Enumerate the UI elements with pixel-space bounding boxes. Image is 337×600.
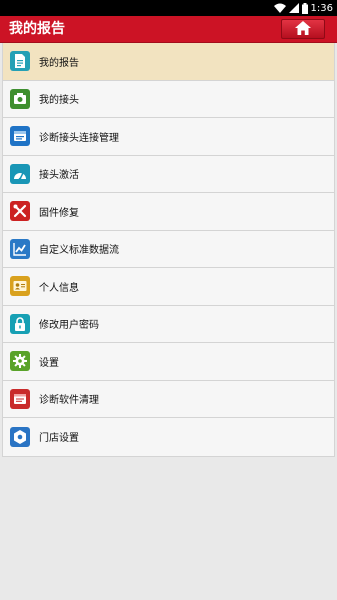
chart-icon	[10, 238, 30, 259]
wifi-icon	[273, 3, 286, 13]
menu-item-label: 门店设置	[39, 433, 79, 445]
menu-item-settings[interactable]: 设置	[3, 343, 334, 381]
menu-item-label: 我的接头	[39, 95, 79, 107]
home-button[interactable]	[281, 19, 325, 39]
menu-item-label: 诊断接头连接管理	[39, 132, 119, 144]
status-bar: 1:36	[0, 0, 337, 16]
menu-item-store-settings[interactable]: 门店设置	[3, 418, 334, 456]
tools-icon	[10, 201, 30, 222]
menu-item-custom-data-stream[interactable]: 自定义标准数据流	[3, 230, 334, 268]
menu-item-firmware-repair[interactable]: 固件修复	[3, 193, 334, 231]
store-settings-icon	[10, 426, 30, 447]
menu-item-my-connector[interactable]: 我的接头	[3, 80, 334, 118]
connector-icon	[10, 88, 30, 109]
signal-icon	[288, 3, 299, 13]
report-icon	[10, 51, 30, 72]
lock-icon	[10, 313, 30, 334]
menu-item-label: 固件修复	[39, 207, 79, 219]
battery-icon	[301, 2, 308, 14]
id-card-icon	[10, 276, 30, 297]
menu-item-label: 诊断软件清理	[39, 395, 99, 407]
menu-item-connection-management[interactable]: 诊断接头连接管理	[3, 118, 334, 156]
app-header: 我的报告	[0, 16, 337, 43]
activate-icon	[10, 163, 30, 184]
menu-item-label: 个人信息	[39, 282, 79, 294]
cleanup-icon	[10, 388, 30, 409]
menu-item-software-cleanup[interactable]: 诊断软件清理	[3, 380, 334, 418]
page-title: 我的报告	[9, 21, 65, 37]
menu-item-my-reports[interactable]: 我的报告	[3, 43, 334, 81]
menu-item-label: 自定义标准数据流	[39, 245, 119, 257]
menu-list: 我的报告 我的接头 诊断接头连接管理 接头激活 固件修复 自定义标准数据流 个人…	[2, 43, 335, 457]
gear-icon	[10, 351, 30, 372]
menu-item-label: 修改用户密码	[39, 320, 99, 332]
menu-item-personal-info[interactable]: 个人信息	[3, 268, 334, 306]
home-icon	[295, 20, 311, 39]
menu-item-label: 我的报告	[39, 57, 79, 69]
menu-item-connector-activation[interactable]: 接头激活	[3, 155, 334, 193]
menu-item-change-password[interactable]: 修改用户密码	[3, 305, 334, 343]
menu-item-label: 接头激活	[39, 170, 79, 182]
status-time: 1:36	[310, 2, 333, 14]
status-indicators: 1:36	[273, 1, 333, 15]
connection-manage-icon	[10, 126, 30, 147]
menu-item-label: 设置	[39, 357, 59, 369]
